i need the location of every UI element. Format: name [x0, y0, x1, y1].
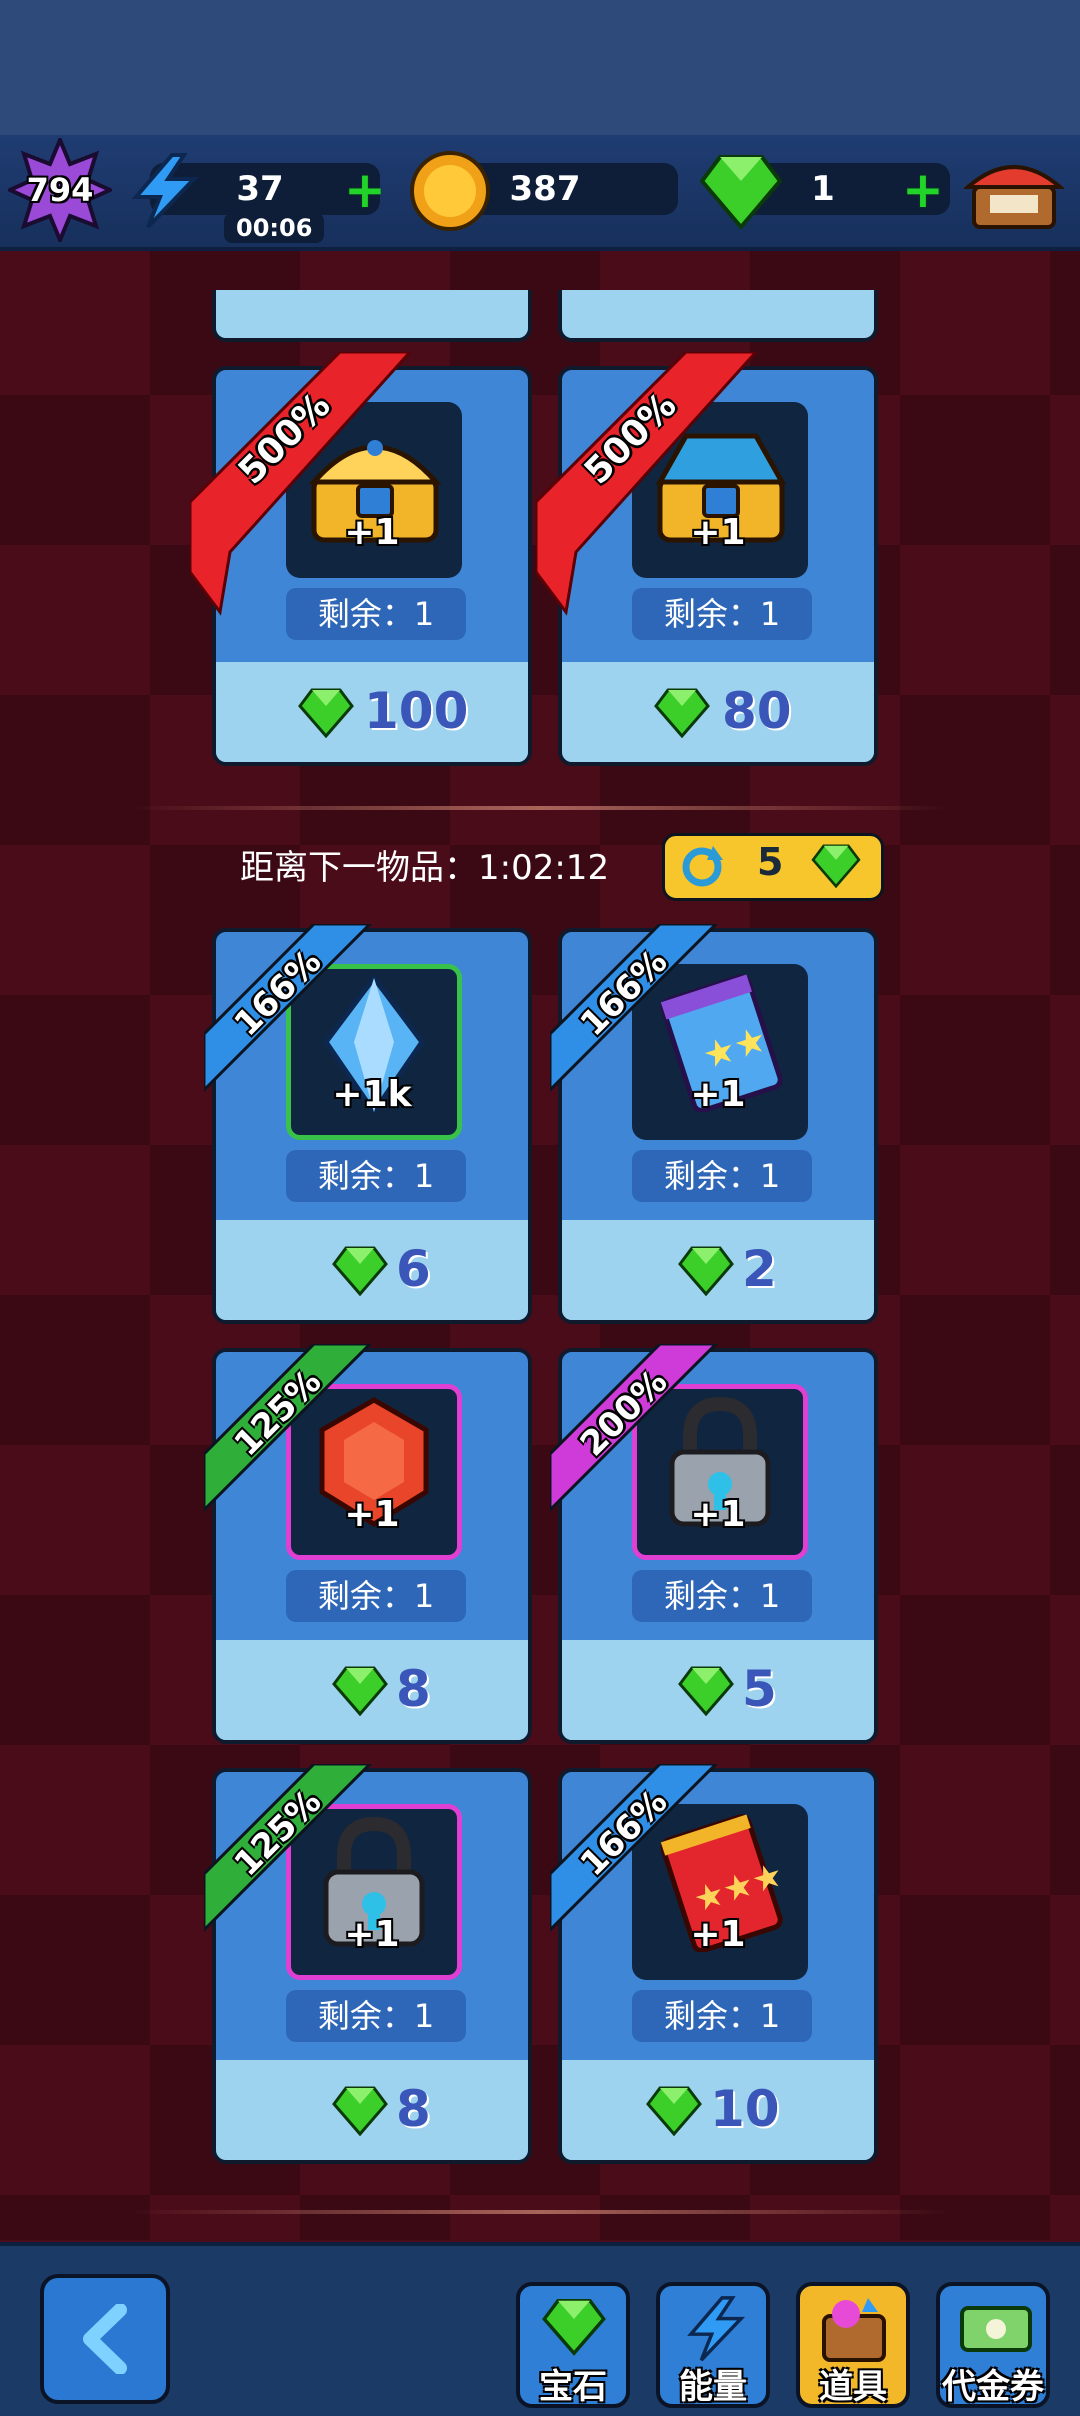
add-energy-button[interactable]: +	[344, 165, 386, 215]
gem-icon	[678, 1246, 734, 1296]
refresh-icon	[682, 846, 723, 887]
discount-ribbon: 200%	[550, 1344, 750, 1544]
price-value: 8	[396, 1660, 431, 1718]
price-bar[interactable]: 8	[216, 2060, 528, 2160]
offer-card-partial-2[interactable]	[558, 290, 878, 342]
add-gems-button[interactable]: +	[902, 165, 944, 215]
refresh-cost: 5	[757, 840, 784, 884]
energy-bolt-icon	[131, 153, 199, 229]
price-bar[interactable]: 5	[562, 1640, 874, 1740]
gem-icon	[646, 2086, 702, 2136]
tab-gems[interactable]: 宝石	[516, 2282, 630, 2408]
energy-bolt-icon	[687, 2296, 746, 2362]
remaining-label: 剩余：1	[632, 1990, 812, 2042]
bottom-nav: 宝石 能量 道具 代金券	[0, 2242, 1080, 2416]
price-bar[interactable]: 10	[562, 2060, 874, 2160]
gem-icon	[700, 155, 782, 229]
price-value: 8	[396, 2080, 431, 2138]
discount-ribbon: 125%	[204, 1764, 404, 1964]
discount-ribbon: 166%	[550, 1764, 750, 1964]
price-bar[interactable]: 80	[562, 662, 874, 762]
status-bar-area	[0, 0, 1080, 135]
gem-icon	[332, 1246, 388, 1296]
price-value: 6	[396, 1240, 431, 1298]
shop-stall-icon[interactable]	[964, 147, 1064, 237]
price-value: 2	[742, 1240, 777, 1298]
remaining-label: 剩余：1	[286, 1990, 466, 2042]
discount-ribbon: 166%	[204, 924, 404, 1124]
item-box-icon	[822, 2298, 886, 2362]
section-divider	[130, 806, 950, 810]
price-value: 100	[364, 682, 469, 740]
price-value: 10	[710, 2080, 780, 2138]
remaining-label: 剩余：1	[632, 1570, 812, 1622]
tab-items-label: 道具	[819, 2367, 887, 2407]
coin-icon	[410, 151, 490, 231]
tab-items[interactable]: 道具	[796, 2282, 910, 2408]
refresh-button[interactable]: 5	[662, 833, 884, 901]
price-value: 80	[722, 682, 792, 740]
gem-icon	[332, 2086, 388, 2136]
energy-timer: 00:06	[224, 213, 325, 243]
next-item-countdown: 距离下一物品：1:02:12	[240, 840, 609, 889]
tab-voucher-label: 代金券	[942, 2367, 1044, 2407]
back-arrow-icon	[83, 2304, 127, 2374]
price-bar[interactable]: 100	[216, 662, 528, 762]
remaining-label: 剩余：1	[632, 1150, 812, 1202]
back-button[interactable]	[40, 2274, 170, 2404]
tab-gems-label: 宝石	[539, 2367, 607, 2407]
discount-ribbon-2: 500%	[536, 352, 796, 622]
price-value: 5	[742, 1660, 777, 1718]
price-bar[interactable]: 2	[562, 1220, 874, 1320]
gem-icon	[678, 1666, 734, 1716]
gem-icon	[332, 1666, 388, 1716]
discount-ribbon: 166%	[550, 924, 750, 1124]
price-bar[interactable]: 6	[216, 1220, 528, 1320]
discount-ribbon: 125%	[204, 1344, 404, 1544]
price-bar[interactable]: 8	[216, 1640, 528, 1740]
next-item-time: 1:02:12	[478, 848, 610, 888]
voucher-icon	[960, 2306, 1032, 2352]
remaining-label: 剩余：1	[286, 1570, 466, 1622]
tab-voucher[interactable]: 代金券	[936, 2282, 1050, 2408]
tab-energy[interactable]: 能量	[656, 2282, 770, 2408]
offer-card-partial-1[interactable]	[212, 290, 532, 342]
next-item-label: 距离下一物品：	[240, 848, 478, 888]
remaining-label: 剩余：1	[286, 1150, 466, 1202]
discount-ribbon-1: 500%	[190, 352, 450, 622]
resource-hud: 794 37 + 00:06 387 1 +	[0, 135, 1080, 251]
gem-icon	[298, 688, 354, 738]
section-divider-bottom	[130, 2210, 950, 2214]
gem-icon	[542, 2299, 606, 2356]
gem-icon	[811, 844, 861, 888]
gem-icon	[654, 688, 710, 738]
player-level: 794	[26, 171, 94, 209]
tab-energy-label: 能量	[679, 2367, 747, 2407]
